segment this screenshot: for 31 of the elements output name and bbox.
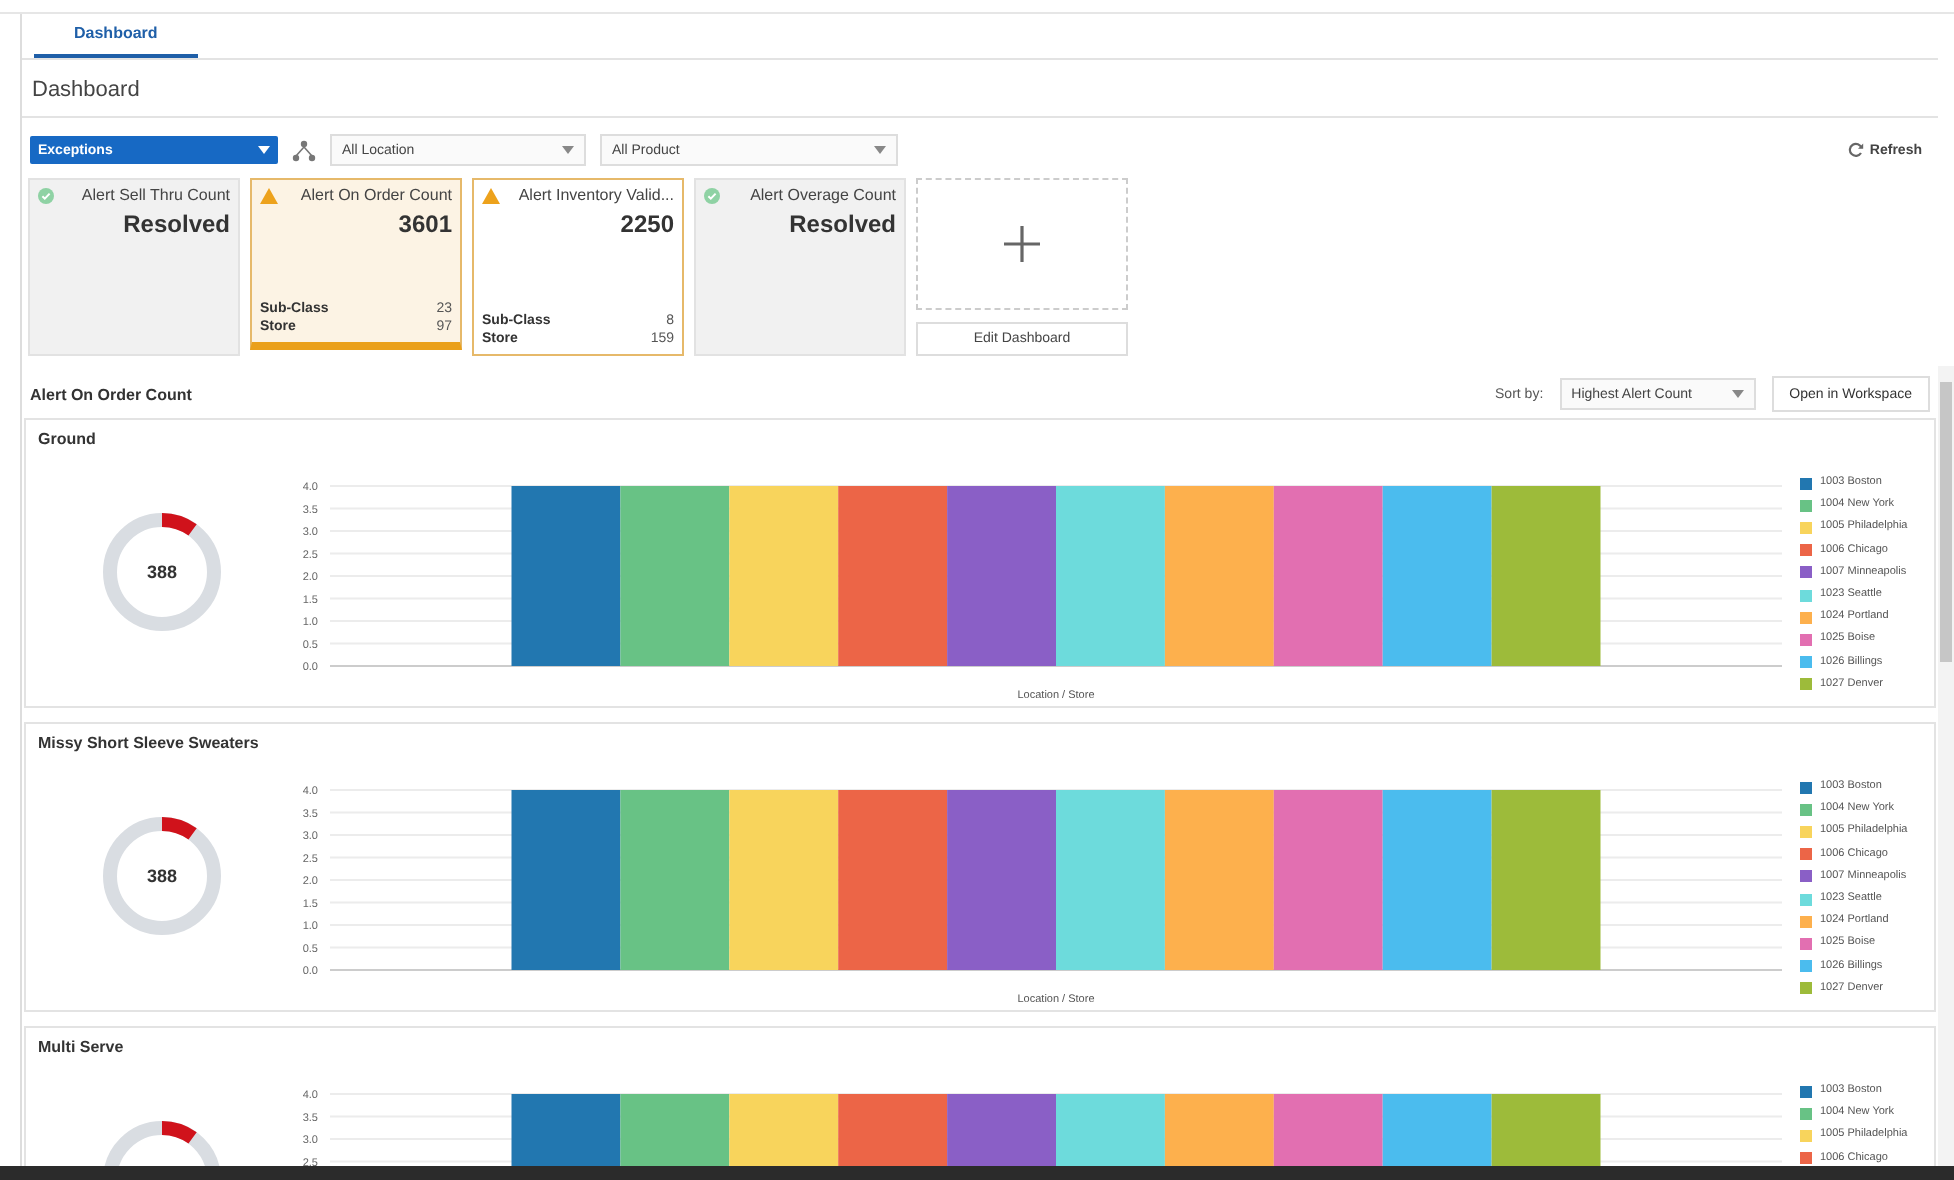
panel-title: Missy Short Sleeve Sweaters	[38, 734, 259, 752]
caret-icon	[874, 146, 886, 154]
add-tile[interactable]	[916, 178, 1128, 310]
alert-tile[interactable]: Alert Overage Count Resolved	[694, 178, 906, 356]
section-title: Alert On Order Count	[30, 385, 192, 403]
plus-icon	[1004, 226, 1040, 262]
tile-value: 2250	[618, 210, 674, 238]
tab[interactable]: Dashboard	[34, 14, 198, 58]
check-circle-icon	[704, 187, 720, 203]
panel-title: Ground	[38, 430, 96, 448]
donut-value: 388	[146, 866, 178, 886]
tile-title: Alert Sell Thru Count	[81, 186, 230, 204]
alert-tile[interactable]: Alert Sell Thru Count Resolved	[28, 178, 240, 356]
caret-icon	[1731, 390, 1744, 398]
tile-title: Alert Inventory Valid...	[518, 186, 674, 204]
warning-icon	[260, 187, 278, 203]
tile-value: Resolved	[121, 210, 230, 238]
hierarchy-icon	[292, 139, 316, 161]
refresh-icon	[1847, 142, 1864, 158]
tile-value: Resolved	[787, 210, 896, 238]
page-title: Dashboard	[22, 60, 1938, 118]
tile-title: Alert Overage Count	[750, 186, 896, 204]
scrollbar[interactable]	[1938, 366, 1954, 1166]
warning-icon	[482, 187, 500, 203]
caret-icon	[258, 146, 270, 154]
panel-title: Multi Serve	[38, 1038, 124, 1056]
caret-icon	[562, 146, 574, 154]
donut-value: 388	[146, 562, 178, 582]
tile-value: 3601	[396, 210, 452, 238]
tile-title: Alert On Order Count	[300, 186, 452, 204]
check-circle-icon	[38, 187, 54, 203]
